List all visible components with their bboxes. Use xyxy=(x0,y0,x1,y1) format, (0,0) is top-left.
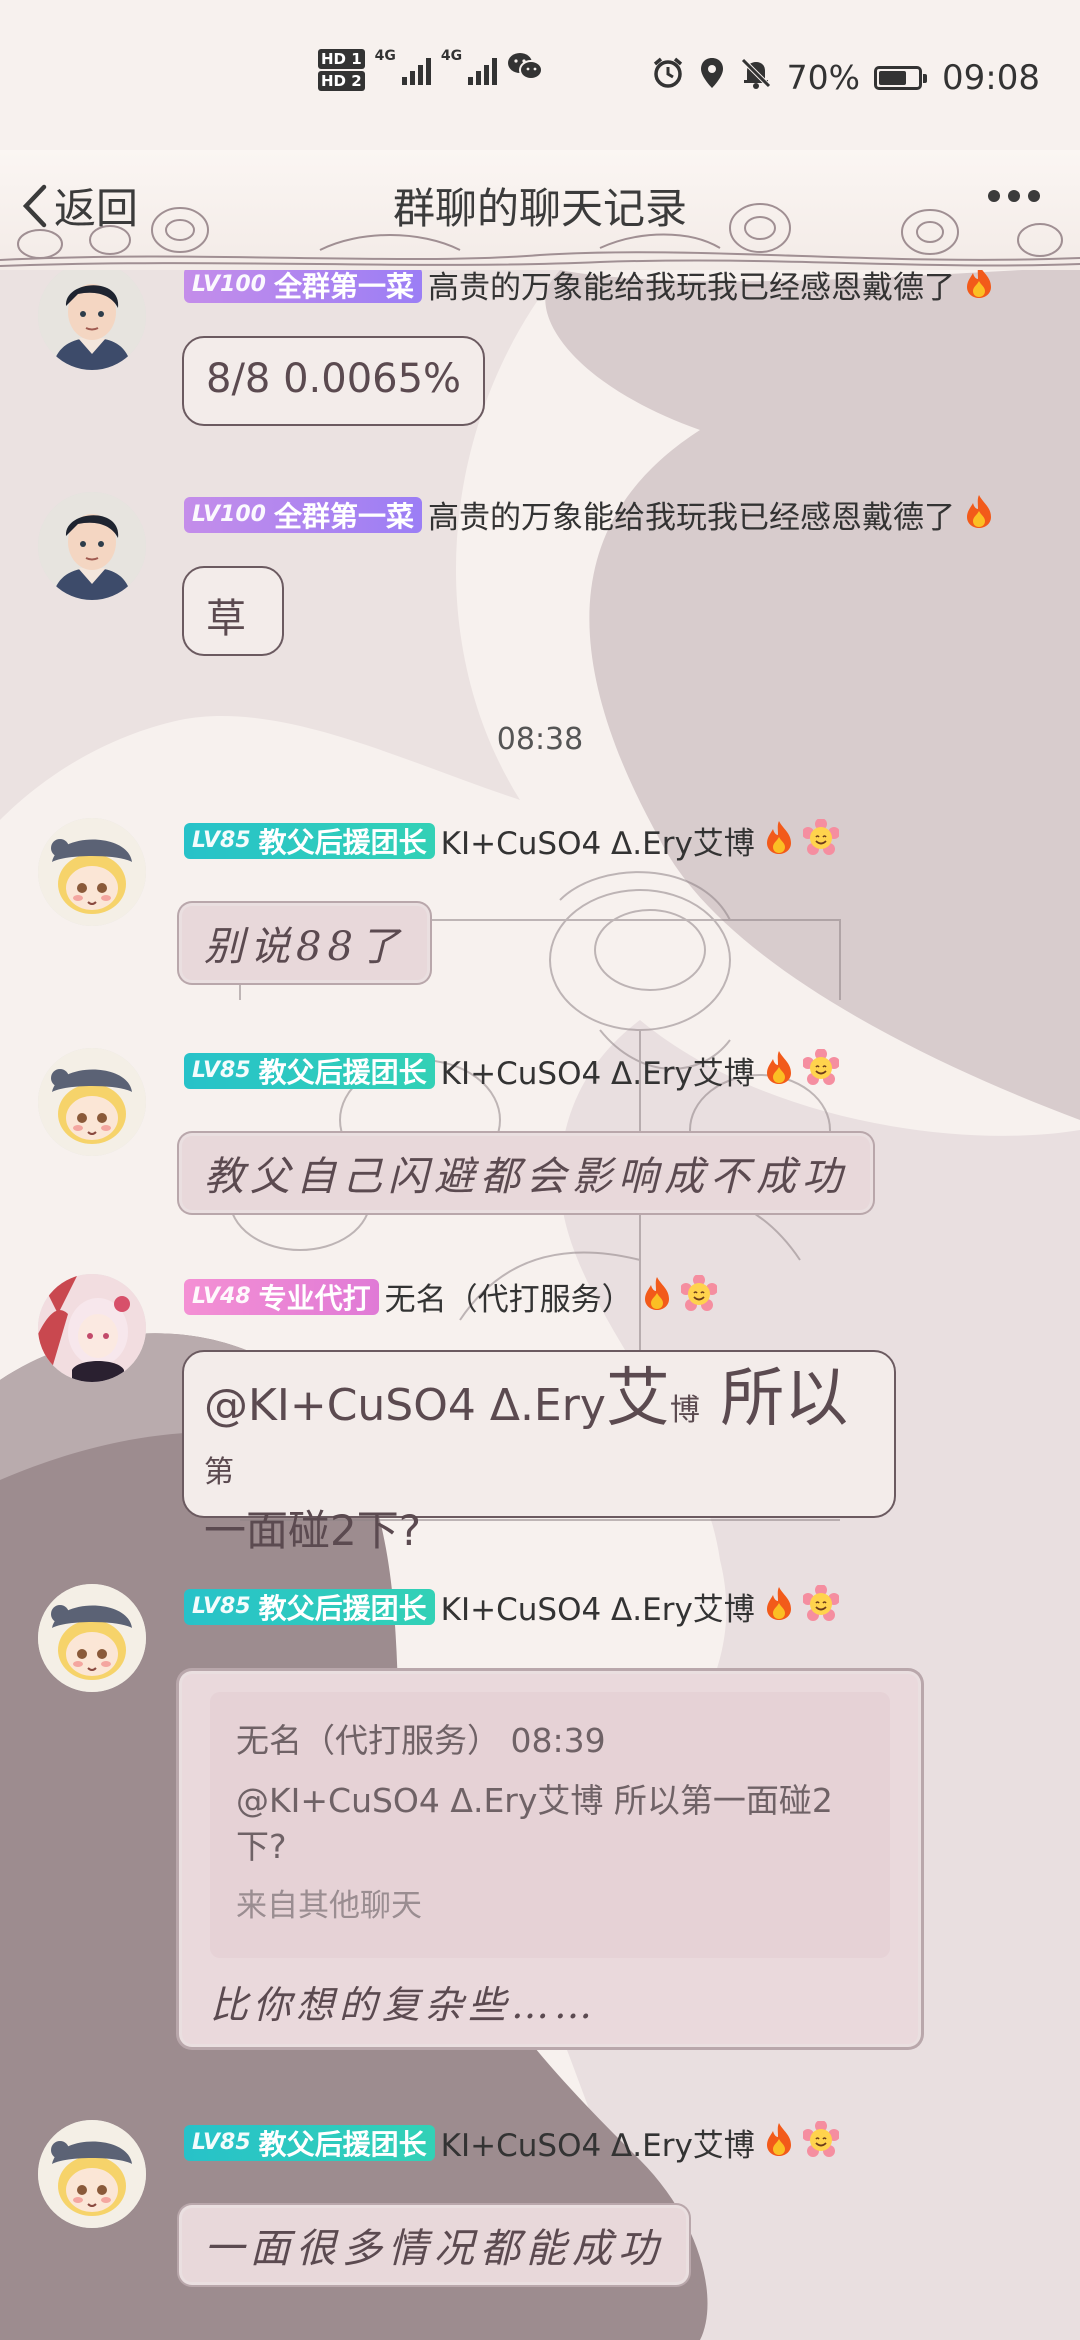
hd1-label: HD 1 xyxy=(318,49,365,69)
sender-name: KI+CuSO4 Δ.Ery艾博 xyxy=(440,1592,755,1628)
quoted-message[interactable]: 无名（代打服务） 08:39 @KI+CuSO4 Δ.Ery艾博 所以第一面碰2… xyxy=(210,1692,890,1958)
message-text-part: @KI+CuSO4 Δ.Ery xyxy=(204,1380,606,1431)
sender-row: LV100 全群第一菜 高贵的万象能给我玩我已经感恩戴德了 xyxy=(184,492,997,537)
level-badge: LV85 教父后援团长 xyxy=(184,1052,435,1089)
message-text: 8/8 0.0065% xyxy=(206,356,462,402)
quoted-body: @KI+CuSO4 Δ.Ery艾博 所以第一面碰2下? xyxy=(236,1781,833,1866)
message-text-part: 一面碰2下? xyxy=(204,1506,422,1555)
hd-indicators: HD 1 HD 2 xyxy=(318,48,365,92)
message-text-part: 博 xyxy=(669,1393,700,1428)
avatar[interactable] xyxy=(38,1274,146,1382)
avatar-boy-image xyxy=(38,492,146,600)
sender-row: LV85 教父后援团长 KI+CuSO4 Δ.Ery艾博 xyxy=(184,818,839,863)
message-bubble[interactable]: 教父自己闪避都会影响成不成功 xyxy=(182,1136,870,1210)
avatar-chibi-girl-image xyxy=(38,818,146,926)
sender-row: LV85 教父后援团长 KI+CuSO4 Δ.Ery艾博 xyxy=(184,2120,839,2165)
smile-flower-icon xyxy=(680,1274,717,1319)
fire-icon xyxy=(761,2121,797,2165)
signal-2-icon xyxy=(468,55,498,85)
status-left: HD 1 HD 2 4G 4G xyxy=(318,48,544,92)
avatar-boy-image xyxy=(38,262,146,370)
sender-row: LV85 教父后援团长 KI+CuSO4 Δ.Ery艾博 xyxy=(184,1048,839,1093)
wechat-icon xyxy=(507,50,544,90)
fire-icon xyxy=(761,1585,797,1629)
message-bubble[interactable]: 一面很多情况都能成功 xyxy=(182,2208,686,2282)
chat-history: LV100 全群第一菜 高贵的万象能给我玩我已经感恩戴德了 8/8 0.0065… xyxy=(0,0,1080,2340)
sender-row: LV48 专业代打 无名（代打服务） xyxy=(184,1274,717,1319)
level-badge: LV85 教父后援团长 xyxy=(184,822,435,859)
time-separator: 08:38 xyxy=(496,722,584,757)
message-bubble[interactable]: 8/8 0.0065% xyxy=(182,336,486,426)
back-button[interactable]: 返回 xyxy=(20,175,138,236)
status-bar: HD 1 HD 2 4G 4G 70% 09:08 xyxy=(0,0,1080,150)
fire-icon xyxy=(961,493,997,537)
sender-row: LV85 教父后援团长 KI+CuSO4 Δ.Ery艾博 xyxy=(184,1584,839,1629)
avatar[interactable] xyxy=(38,818,146,926)
smile-flower-icon xyxy=(802,2120,839,2165)
avatar-chibi-girl-image xyxy=(38,2120,146,2228)
rose-border-decoration xyxy=(0,203,1080,267)
reply-message-bubble[interactable]: 无名（代打服务） 08:39 @KI+CuSO4 Δ.Ery艾博 所以第一面碰2… xyxy=(182,1674,918,2044)
battery-icon xyxy=(874,65,928,90)
avatar[interactable] xyxy=(38,1048,146,1156)
sender-name: 高贵的万象能给我玩我已经感恩戴德了 xyxy=(427,500,955,536)
message-text-part: 第 xyxy=(204,1455,234,1490)
message-text: 草 xyxy=(206,596,246,642)
clock-time: 09:08 xyxy=(942,57,1040,98)
battery-percent: 70% xyxy=(786,58,861,97)
message-text: 别说88了 xyxy=(204,924,405,970)
alarm-icon xyxy=(651,56,685,99)
smile-flower-icon xyxy=(802,1048,839,1093)
avatar[interactable] xyxy=(38,2120,146,2228)
hd2-label: HD 2 xyxy=(318,71,365,91)
nav-bar: 返回 群聊的聊天记录 xyxy=(0,150,1080,270)
message-text: 教父自己闪避都会影响成不成功 xyxy=(204,1154,848,1200)
avatar[interactable] xyxy=(38,1584,146,1692)
avatar-chibi-girl-image xyxy=(38,1048,146,1156)
message-bubble[interactable]: @KI+CuSO4 Δ.Ery艾博 所以第一面碰2下? xyxy=(182,1350,896,1555)
back-label: 返回 xyxy=(54,184,139,233)
status-right: 70% 09:08 xyxy=(651,56,1040,99)
smile-flower-icon xyxy=(802,818,839,863)
level-badge: LV48 专业代打 xyxy=(184,1278,379,1315)
message-text: 比你想的复杂些…… xyxy=(210,1983,598,2027)
level-badge: LV100 全群第一菜 xyxy=(184,496,422,533)
level-badge: LV100 全群第一菜 xyxy=(184,266,422,303)
more-dots-icon xyxy=(988,190,1000,202)
message-text-part: 所以 xyxy=(699,1362,849,1436)
mute-bell-icon xyxy=(739,56,773,99)
avatar-chibi-girl-image xyxy=(38,1584,146,1692)
message-bubble[interactable]: 草 xyxy=(182,566,284,656)
sender-name: KI+CuSO4 Δ.Ery艾博 xyxy=(440,1056,755,1092)
network-type-1: 4G xyxy=(374,48,396,64)
level-badge: LV85 教父后援团长 xyxy=(184,1588,435,1625)
message-text: 一面很多情况都能成功 xyxy=(204,2226,664,2272)
avatar-anime-girl-image xyxy=(38,1274,146,1382)
avatar[interactable] xyxy=(38,262,146,370)
fire-icon xyxy=(639,1275,675,1319)
more-options-button[interactable] xyxy=(988,190,1040,202)
message-text-part: 艾 xyxy=(605,1362,670,1436)
quoted-source: 来自其他聊天 xyxy=(236,1888,422,1924)
level-badge: LV85 教父后援团长 xyxy=(184,2124,435,2161)
chevron-left-icon xyxy=(22,184,47,227)
smile-flower-icon xyxy=(802,1584,839,1629)
network-type-2: 4G xyxy=(440,48,463,64)
quoted-header: 无名（代打服务） 08:39 xyxy=(236,1721,606,1760)
signal-1-icon xyxy=(401,55,431,85)
sender-name: 无名（代打服务） xyxy=(384,1282,633,1318)
message-bubble[interactable]: 别说88了 xyxy=(182,906,427,980)
avatar[interactable] xyxy=(38,492,146,600)
sender-name: KI+CuSO4 Δ.Ery艾博 xyxy=(440,826,755,862)
sender-name: KI+CuSO4 Δ.Ery艾博 xyxy=(440,2128,755,2164)
location-icon xyxy=(699,56,725,99)
fire-icon xyxy=(761,819,797,863)
fire-icon xyxy=(761,1049,797,1093)
